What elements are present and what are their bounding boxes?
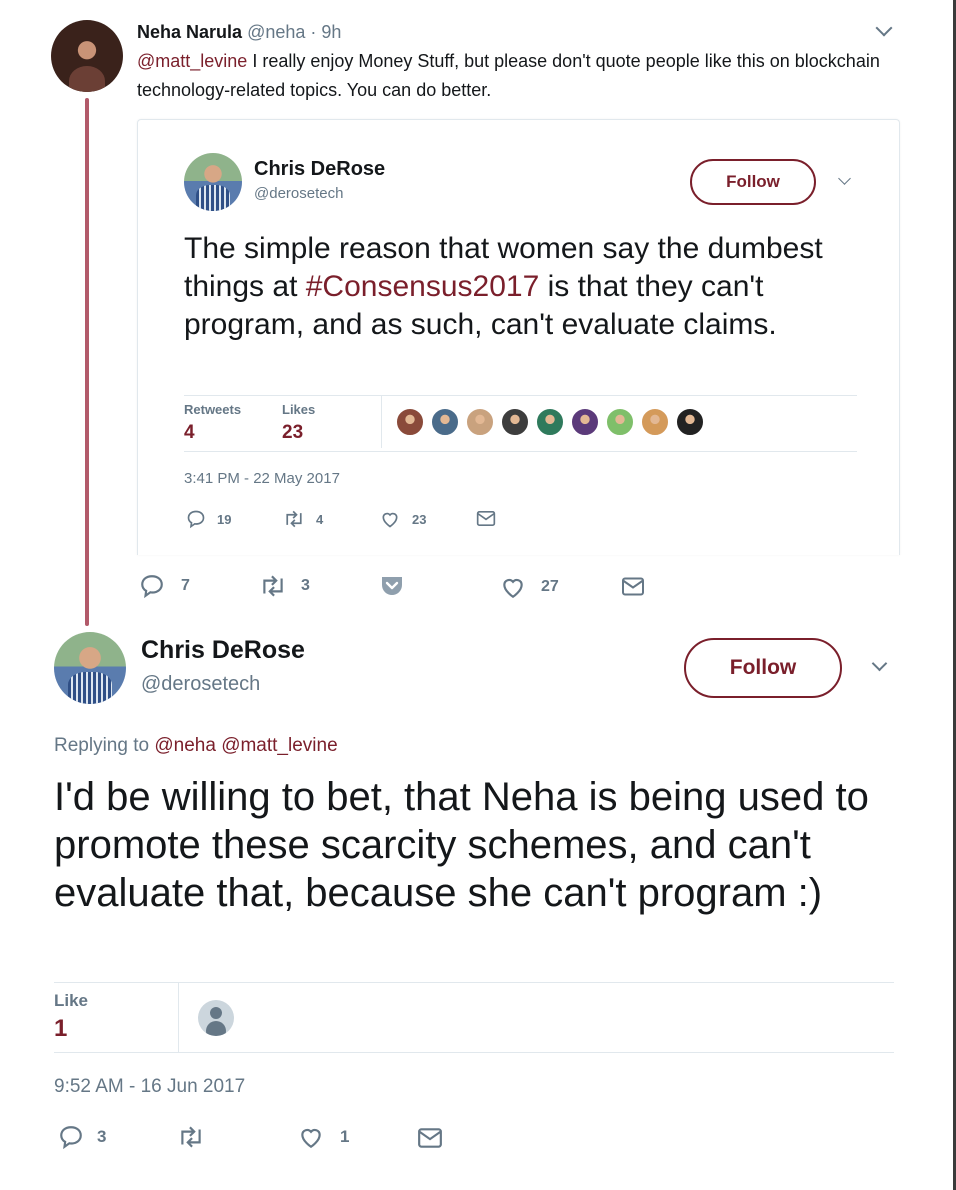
reply-icon [186,509,206,529]
tweet2-menu-chevron-down-icon[interactable] [871,655,888,672]
quoted-hashtag[interactable]: #Consensus2017 [306,270,540,303]
tweet2-author-handle[interactable]: @derosetech [141,673,260,696]
quoted-like-count: 23 [412,511,427,527]
quoted-tweet-text: The simple reason that women say the dum… [184,230,844,344]
tweet1-author-name[interactable]: Neha Narula [137,22,242,42]
tweet1-mention[interactable]: @matt_levine [137,51,247,71]
liker-avatar[interactable] [676,408,704,436]
liker-avatar[interactable] [501,408,529,436]
liker-avatar[interactable] [431,408,459,436]
tweet1-menu-chevron-down-icon[interactable] [875,19,893,37]
default-user-avatar[interactable] [198,1000,234,1036]
tweet2-retweet-action[interactable] [177,1125,205,1149]
envelope-icon [417,1127,443,1149]
replying-mention-neha[interactable]: @neha [154,735,216,756]
tweet1-author-handle[interactable]: @neha [247,22,305,42]
reply-icon [58,1124,84,1150]
tweet2-like-count: 1 [340,1127,350,1146]
quoted-author-handle[interactable]: @derosetech [254,185,343,202]
quoted-follow-button[interactable]: Follow [690,159,816,205]
tweet2-dm-action[interactable] [417,1127,443,1149]
likes-divider-bottom [54,1052,894,1053]
reply-icon [139,573,165,599]
quoted-likes-value[interactable]: 23 [282,422,303,444]
tweet2-reply-action[interactable]: 3 [58,1124,106,1150]
tweet2-text: I'd be willing to bet, that Neha is bein… [54,775,869,915]
retweet-icon [259,574,287,598]
envelope-icon [621,576,645,597]
likes-divider-top [54,982,894,983]
quoted-dm-action[interactable] [476,510,496,527]
liker-avatar[interactable] [536,408,564,436]
quoted-avatar-chris[interactable] [184,153,242,211]
quoted-retweets-label[interactable]: Retweets [184,402,241,417]
replying-mention-matt[interactable]: @matt_levine [221,735,337,756]
tweet2-like-value[interactable]: 1 [54,1015,67,1043]
liker-avatar[interactable] [396,408,424,436]
quoted-reply-count: 19 [217,511,232,527]
likes-vertical-divider [178,983,179,1052]
quoted-retweet-action[interactable]: 4 [283,509,323,529]
avatar-chris[interactable] [54,632,126,704]
thread-connector-line [85,98,89,626]
quoted-like-action[interactable]: 23 [380,509,426,529]
envelope-icon [476,510,496,527]
tweet1-separator: · [310,22,317,42]
quoted-timestamp[interactable]: 3:41 PM - 22 May 2017 [184,470,340,487]
quoted-author-name[interactable]: Chris DeRose [254,158,385,181]
tweet1-like-count: 27 [541,578,559,595]
tweet1-save-action[interactable] [380,574,404,596]
replying-to-line: Replying to @neha @matt_levine [54,735,338,757]
liker-avatar[interactable] [466,408,494,436]
liker-avatar[interactable] [606,408,634,436]
retweet-icon [177,1125,205,1149]
quoted-retweet-count: 4 [316,511,324,527]
heart-icon [297,1124,325,1150]
tweet1-dm-action[interactable] [621,576,645,597]
liker-avatar[interactable] [571,408,599,436]
tweet1-body: I really enjoy Money Stuff, but please d… [137,51,880,100]
replying-prefix: Replying to [54,735,155,756]
quoted-stats-divider-bottom [184,451,857,452]
heart-icon [500,574,526,600]
tweet1-retweet-action[interactable]: 3 [259,574,310,598]
tweet2-author-name[interactable]: Chris DeRose [141,636,305,665]
liker-avatar[interactable] [641,408,669,436]
tweet1-time[interactable]: 9h [321,22,341,42]
tweet1-header: Neha Narula @neha · 9h [137,21,341,43]
tweet1-text: @matt_levine I really enjoy Money Stuff,… [137,47,897,105]
retweet-icon [283,509,305,529]
heart-icon [380,509,400,529]
tweet2-follow-button[interactable]: Follow [684,638,842,698]
pocket-icon [380,574,404,596]
tweet2-reply-count: 3 [97,1127,107,1146]
tweet1-reply-count: 7 [181,577,190,594]
tweet1-like-action[interactable]: 27 [500,574,559,600]
quoted-reply-action[interactable]: 19 [186,509,231,529]
quoted-stats-divider-top [184,395,857,396]
tweet2-like-action[interactable]: 1 [297,1124,349,1150]
tweet1-retweet-count: 3 [301,577,310,594]
tweet2-timestamp[interactable]: 9:52 AM - 16 Jun 2017 [54,1076,245,1098]
tweet1-reply-action[interactable]: 7 [139,573,190,599]
quoted-likes-label[interactable]: Likes [282,402,315,417]
quoted-retweets-value[interactable]: 4 [184,422,195,444]
quoted-stats-vertical-divider [381,396,382,448]
tweet2-like-label[interactable]: Like [54,991,88,1011]
avatar-neha[interactable] [51,20,123,92]
